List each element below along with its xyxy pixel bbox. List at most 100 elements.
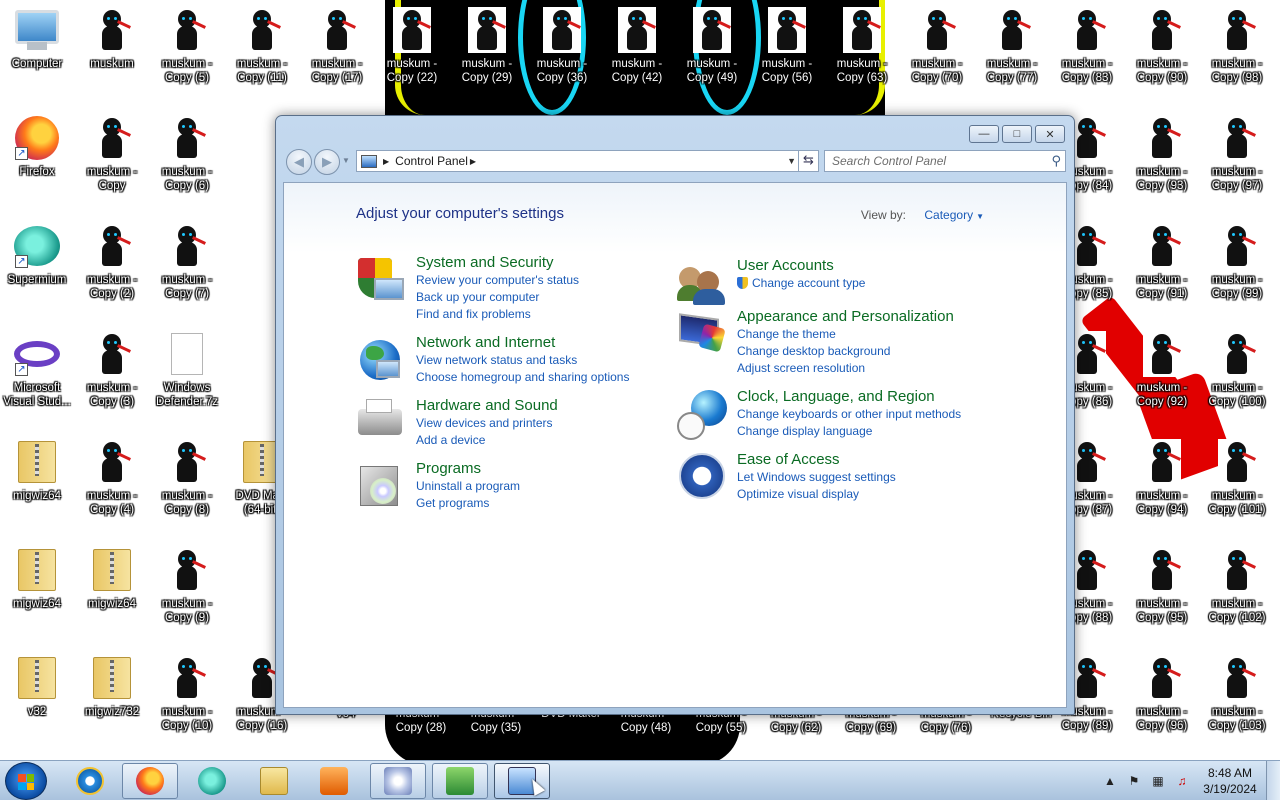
category-title[interactable]: User Accounts [737, 257, 865, 275]
address-dropdown-icon[interactable]: ▼ [787, 156, 796, 166]
link-add-device[interactable]: Add a device [416, 432, 558, 449]
users-icon[interactable] [677, 257, 727, 307]
taskbar-windows-explorer[interactable] [246, 763, 302, 799]
volume-muted-icon[interactable]: ♫ [1174, 773, 1190, 789]
address-field[interactable]: ▶ Control Panel ▶ ▼ ⇆ [356, 150, 819, 172]
chevron-down-icon[interactable]: ▼ [976, 212, 984, 221]
printer-icon[interactable] [356, 397, 406, 447]
desktop-icon[interactable]: muskum - Copy (10) [149, 654, 225, 754]
desktop-icon[interactable]: muskum - Copy (7) [149, 222, 225, 322]
desktop-icon[interactable]: muskum - Copy (3) [74, 330, 150, 430]
personalization-icon[interactable] [677, 308, 727, 358]
desktop-icon[interactable]: muskum - Copy (63) [824, 6, 900, 106]
programs-icon[interactable] [356, 460, 406, 510]
desktop-icon[interactable]: muskum - Copy (102) [1199, 546, 1275, 646]
link-homegroup[interactable]: Choose homegroup and sharing options [416, 369, 629, 386]
link-visual-display[interactable]: Optimize visual display [737, 486, 896, 503]
desktop-icon[interactable]: muskum - Copy (36) [524, 6, 600, 106]
category-title[interactable]: Hardware and Sound [416, 397, 558, 415]
category-title[interactable]: System and Security [416, 254, 579, 272]
link-get-programs[interactable]: Get programs [416, 495, 520, 512]
desktop-icon[interactable]: Windows Defender.7z [149, 330, 225, 430]
search-icon[interactable]: ⚲ [1051, 153, 1061, 169]
link-label[interactable]: Change account type [752, 276, 865, 290]
link-suggest-settings[interactable]: Let Windows suggest settings [737, 469, 896, 486]
desktop-icon[interactable]: ↗ Microsoft Visual Stud... [0, 330, 75, 430]
network-icon[interactable]: ▦ [1150, 773, 1166, 789]
refresh-icon[interactable]: ⇆ [798, 150, 818, 172]
desktop-icon[interactable]: muskum - Copy (99) [1199, 222, 1275, 322]
desktop-icon[interactable]: muskum - Copy (103) [1199, 654, 1275, 754]
link-backup[interactable]: Back up your computer [416, 289, 579, 306]
link-network-status[interactable]: View network status and tasks [416, 352, 629, 369]
taskbar-supermium[interactable] [184, 763, 240, 799]
desktop-icon[interactable]: muskum - Copy (97) [1199, 114, 1275, 214]
category-title[interactable]: Network and Internet [416, 334, 629, 352]
desktop-icon[interactable]: muskum - Copy (17) [299, 6, 375, 106]
desktop-icon[interactable]: muskum - Copy (92) [1124, 330, 1200, 430]
desktop-icon[interactable]: ↗ Supermium [0, 222, 75, 322]
desktop-icon[interactable]: muskum - Copy (11) [224, 6, 300, 106]
desktop-icon[interactable]: muskum - Copy (98) [1199, 6, 1275, 106]
start-button[interactable] [5, 762, 47, 800]
view-by-value[interactable]: Category [924, 208, 973, 222]
link-display-language[interactable]: Change display language [737, 423, 961, 440]
link-devices-printers[interactable]: View devices and printers [416, 415, 558, 432]
desktop-icon[interactable]: migwiz64 [74, 546, 150, 646]
desktop-icon[interactable]: muskum - Copy (42) [599, 6, 675, 106]
desktop-icon[interactable]: muskum - Copy (90) [1124, 6, 1200, 106]
desktop-icon[interactable]: muskum - Copy (5) [149, 6, 225, 106]
category-title[interactable]: Programs [416, 460, 520, 478]
link-keyboards[interactable]: Change keyboards or other input methods [737, 406, 961, 423]
taskbar-migwiz[interactable] [432, 763, 488, 799]
desktop-icon[interactable]: muskum - Copy (93) [1124, 114, 1200, 214]
breadcrumb-arrow-icon[interactable]: ▶ [470, 157, 476, 166]
taskbar-dvd-maker[interactable] [370, 763, 426, 799]
category-title[interactable]: Appearance and Personalization [737, 308, 954, 326]
link-change-account-type[interactable]: Change account type [737, 275, 865, 292]
desktop-icon[interactable]: muskum - Copy (95) [1124, 546, 1200, 646]
desktop-icon[interactable]: muskum - Copy (91) [1124, 222, 1200, 322]
forward-button[interactable]: ▶ [314, 149, 340, 175]
desktop-icon[interactable]: muskum - Copy (22) [374, 6, 450, 106]
taskbar-control-panel[interactable] [494, 763, 550, 799]
desktop-icon[interactable]: muskum - Copy (94) [1124, 438, 1200, 538]
close-button[interactable]: ✕ [1035, 125, 1065, 143]
desktop-icon[interactable]: muskum - Copy (70) [899, 6, 975, 106]
category-title[interactable]: Ease of Access [737, 451, 896, 469]
desktop-icon[interactable]: muskum - Copy (56) [749, 6, 825, 106]
link-desktop-background[interactable]: Change desktop background [737, 343, 954, 360]
desktop-icon[interactable]: migwiz64 [0, 546, 75, 646]
clock-globe-icon[interactable] [677, 388, 727, 440]
desktop-icon[interactable]: migwiz64 [0, 438, 75, 538]
view-by-dropdown[interactable]: Category ▼ [924, 208, 984, 222]
desktop-icon[interactable]: muskum - Copy (49) [674, 6, 750, 106]
search-input[interactable]: Search Control Panel ⚲ [824, 150, 1066, 172]
link-uninstall[interactable]: Uninstall a program [416, 478, 520, 495]
desktop-icon[interactable]: Computer [0, 6, 75, 106]
maximize-button[interactable]: □ [1002, 125, 1032, 143]
desktop-icon[interactable]: muskum - Copy (8) [149, 438, 225, 538]
desktop-icon[interactable]: muskum - Copy (4) [74, 438, 150, 538]
desktop-icon[interactable]: muskum - Copy (101) [1199, 438, 1275, 538]
desktop-icon[interactable]: muskum - Copy (83) [1049, 6, 1125, 106]
link-review-status[interactable]: Review your computer's status [416, 272, 579, 289]
shield-icon[interactable] [356, 254, 406, 304]
taskbar-media-player[interactable] [306, 763, 362, 799]
taskbar-clock[interactable]: 8:48 AM 3/19/2024 [1194, 765, 1266, 797]
network-globe-icon[interactable] [356, 334, 406, 384]
desktop-icon[interactable]: muskum - Copy (29) [449, 6, 525, 106]
show-desktop-button[interactable] [1266, 761, 1280, 800]
desktop-icon[interactable]: v32 [0, 654, 75, 754]
desktop-icon[interactable]: muskum - Copy (9) [149, 546, 225, 646]
breadcrumb-control-panel[interactable]: Control Panel [395, 154, 468, 168]
recent-pages-dropdown[interactable]: ▼ [342, 156, 350, 165]
link-find-fix[interactable]: Find and fix problems [416, 306, 579, 323]
show-hidden-icons-icon[interactable]: ▲ [1102, 773, 1118, 789]
desktop-icon[interactable]: ↗ Firefox [0, 114, 75, 214]
desktop-icon[interactable]: muskum - Copy (6) [149, 114, 225, 214]
desktop-icon[interactable]: muskum [74, 6, 150, 106]
ease-of-access-icon[interactable] [677, 451, 727, 501]
desktop-icon[interactable]: muskum - Copy (2) [74, 222, 150, 322]
desktop-icon[interactable]: muskum - Copy (100) [1199, 330, 1275, 430]
